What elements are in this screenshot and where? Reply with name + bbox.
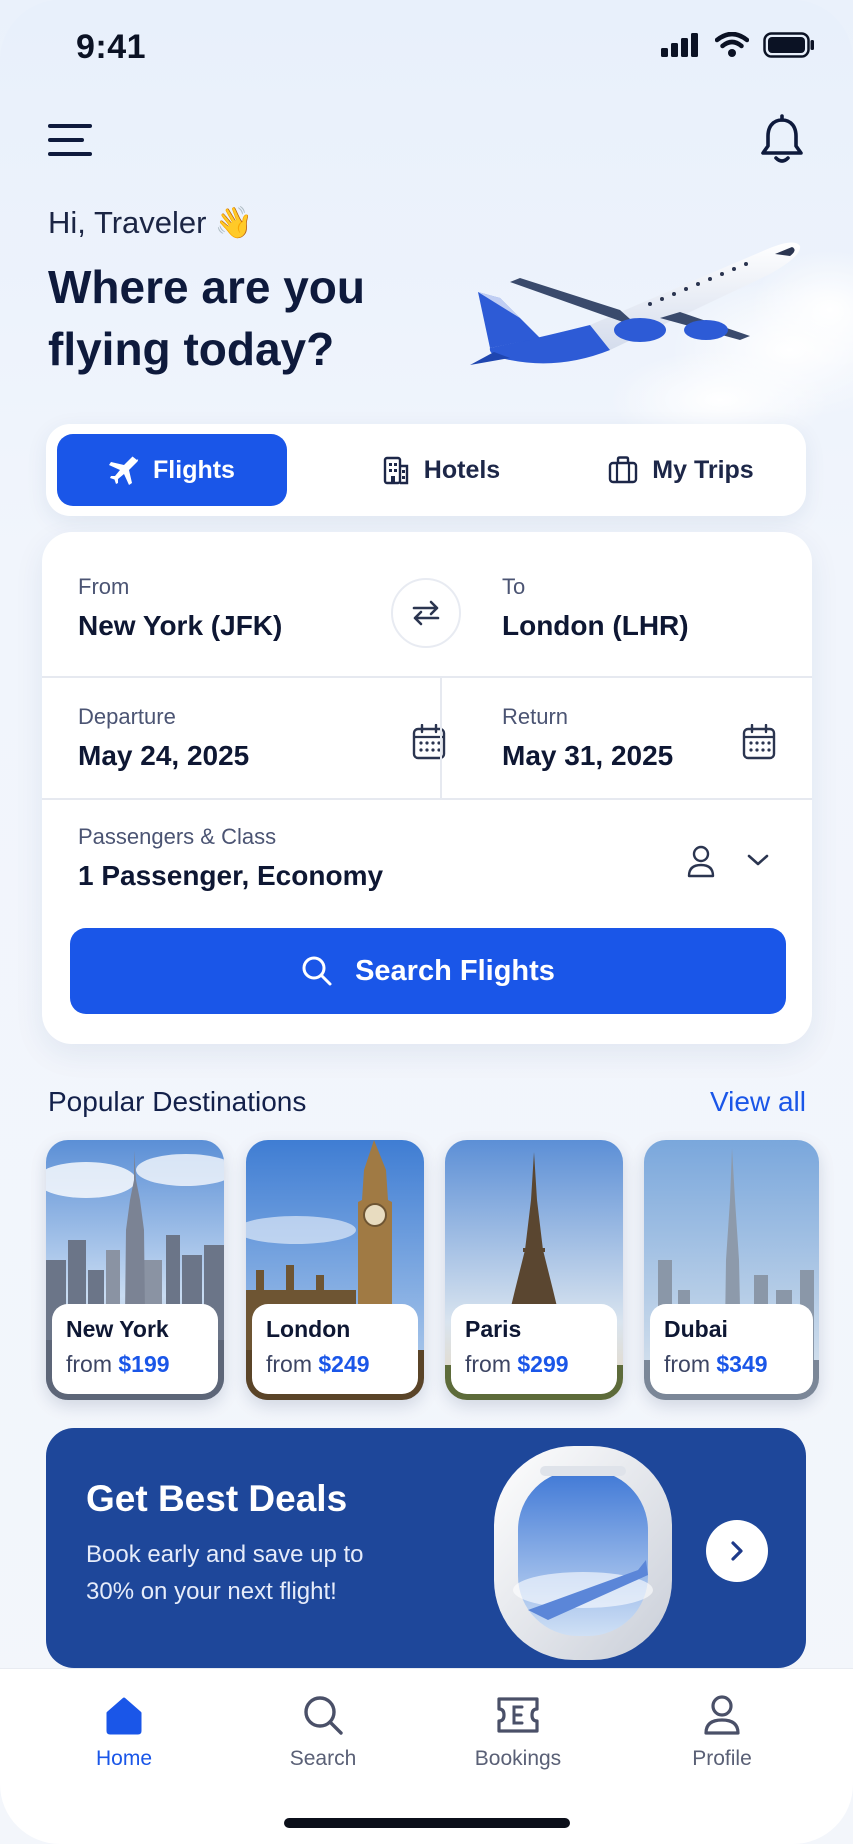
airplane-illustration [470,242,853,440]
bell-icon [761,114,803,163]
destination-price: from $349 [664,1351,768,1377]
destination-info: Paris from $299 [451,1304,617,1394]
swap-airports-button[interactable] [391,578,461,648]
departure-date-field[interactable]: Departure May 24, 2025 [78,704,446,794]
return-date-field[interactable]: Return May 31, 2025 [502,704,792,794]
search-flights-button[interactable]: Search Flights [70,928,786,1014]
from-value: New York (JFK) [78,610,283,641]
suitcase-icon [609,456,638,484]
departure-value: May 24, 2025 [78,740,250,771]
deal-next-button[interactable] [706,1520,768,1582]
nav-bookings[interactable]: Bookings [448,1693,588,1771]
person-icon [687,845,715,878]
swap-arrows-icon [412,600,440,626]
hamburger-menu-icon [48,124,92,156]
home-indicator [284,1818,570,1828]
destination-info: New York from $199 [52,1304,218,1394]
tab-label: My Trips [652,455,754,484]
page-title: Where are you flying today? [48,261,365,375]
category-tabs: Flights Hotels My Trips [46,424,806,516]
destination-price: from $199 [66,1351,170,1377]
menu-button[interactable] [46,118,94,162]
passengers-value: 1 Passenger, Economy [78,860,384,891]
wave-emoji-icon: 👋 [214,205,254,240]
destination-name: London [266,1316,351,1342]
chevron-down-icon [747,854,769,866]
nav-label: Search [289,1747,357,1770]
from-field[interactable]: From New York (JFK) [78,574,378,642]
profile-icon [704,1695,740,1735]
home-icon [106,1697,142,1735]
divider [440,676,442,800]
wifi-icon [715,32,749,57]
building-icon [383,456,408,485]
search-button-label: Search Flights [355,954,555,987]
greeting-text: Hi, Traveler [48,204,207,240]
to-value: London (LHR) [502,610,689,641]
plane-icon [109,456,139,485]
deal-subtitle: Book early and save up to 30% on your ne… [86,1541,364,1605]
tab-hotels[interactable]: Hotels [341,434,541,506]
nav-label: Bookings [474,1747,562,1770]
destination-card-dubai[interactable]: Dubai from $349 [644,1140,819,1400]
nav-profile[interactable]: Profile [652,1693,792,1771]
destination-name: Paris [465,1316,522,1342]
app-screen: 9:41 Hi, Traveler 👋 Where are you flying… [0,0,853,1844]
status-bar: 9:41 [0,0,853,96]
calendar-icon [742,724,776,760]
nav-label: Profile [692,1747,752,1770]
nav-label: Home [95,1747,153,1770]
destination-card-new-york[interactable]: New York from $199 [46,1140,224,1400]
status-icons [661,32,815,58]
nav-home[interactable]: Home [54,1693,194,1771]
ticket-icon [497,1697,539,1733]
deal-title: Get Best Deals [86,1478,348,1519]
to-label: To [502,574,526,599]
to-field[interactable]: To London (LHR) [502,574,792,642]
nav-search[interactable]: Search [253,1693,393,1771]
from-label: From [78,574,130,599]
notifications-button[interactable] [758,114,806,166]
passengers-label: Passengers & Class [78,824,277,849]
passengers-class-field[interactable]: Passengers & Class 1 Passenger, Economy [78,824,778,904]
destination-info: Dubai from $349 [650,1304,813,1394]
search-icon [304,1696,343,1735]
airplane-window-illustration [494,1446,672,1660]
destination-card-london[interactable]: London from $249 [246,1140,424,1400]
destination-price: from $249 [266,1351,370,1377]
section-title: Popular Destinations [48,1086,307,1117]
destination-name: New York [66,1316,169,1342]
view-all-link[interactable]: View all [710,1086,806,1118]
destination-name: Dubai [664,1316,728,1342]
tab-my-trips[interactable]: My Trips [581,434,781,506]
tab-label: Flights [153,455,235,484]
divider [42,798,812,800]
best-deals-banner[interactable]: Get Best Deals Book early and save up to… [46,1428,806,1668]
tab-flights[interactable]: Flights [57,434,287,506]
divider [42,676,812,678]
departure-label: Departure [78,704,176,729]
greeting: Hi, Traveler 👋 [48,204,253,241]
battery-icon [763,32,814,58]
destination-info: London from $249 [252,1304,418,1394]
flight-search-form: From New York (JFK) To London (LHR) Depa… [42,532,812,1044]
destination-price: from $299 [465,1351,569,1377]
destination-card-paris[interactable]: Paris from $299 [445,1140,623,1400]
tab-label: Hotels [423,455,501,484]
chevron-right-icon [731,1541,743,1561]
search-icon [302,956,332,986]
signal-icon [661,33,698,57]
status-time: 9:41 [76,28,147,66]
